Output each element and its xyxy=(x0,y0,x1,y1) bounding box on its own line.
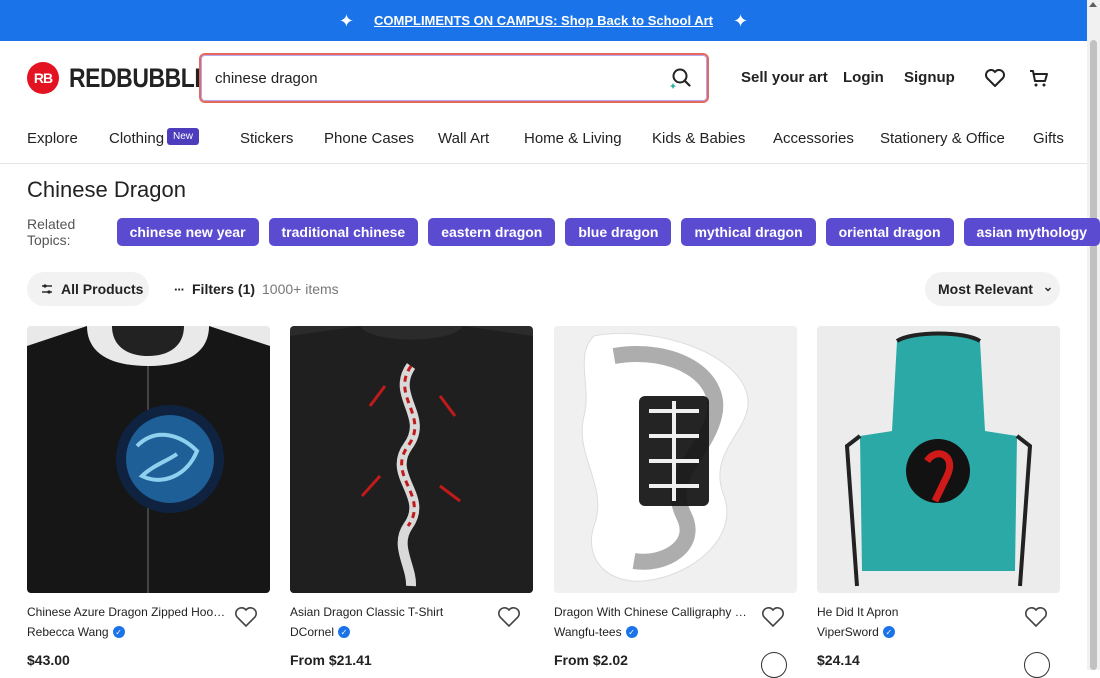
chevron-down-icon xyxy=(1044,287,1051,292)
nav-gifts[interactable]: Gifts xyxy=(1033,130,1064,147)
artist-name[interactable]: Rebecca Wang ✓ xyxy=(27,625,125,639)
nav-stationery-office[interactable]: Stationery & Office xyxy=(880,130,1005,147)
search-icon[interactable] xyxy=(669,66,693,90)
nav-explore[interactable]: Explore xyxy=(27,130,78,147)
topic-chip[interactable]: mythical dragon xyxy=(681,218,816,246)
sparkle-icon: ✦ xyxy=(338,10,354,31)
product-price: From $21.41 xyxy=(290,652,372,668)
heart-icon[interactable] xyxy=(1024,606,1048,628)
heart-icon[interactable] xyxy=(983,66,1007,90)
page-scrollbar[interactable] xyxy=(1087,0,1100,670)
related-topics: Related Topics: chinese new year traditi… xyxy=(27,216,1100,248)
topic-chip[interactable]: eastern dragon xyxy=(428,218,556,246)
nav-wall-art[interactable]: Wall Art xyxy=(438,130,489,147)
artist-label: DCornel xyxy=(290,625,335,639)
promo-link[interactable]: COMPLIMENTS ON CAMPUS: Shop Back to Scho… xyxy=(374,13,713,28)
category-nav: Explore Clothing New Stickers Phone Case… xyxy=(27,128,1064,150)
signup-link[interactable]: Signup xyxy=(904,69,955,86)
nav-phone-cases[interactable]: Phone Cases xyxy=(324,130,414,147)
add-to-cart-button[interactable] xyxy=(1024,652,1050,678)
product-title[interactable]: Dragon With Chinese Calligraphy Sticker xyxy=(554,605,754,619)
add-to-cart-button[interactable] xyxy=(761,652,787,678)
product-card[interactable]: He Did It Apron ViperSword ✓ $24.14 xyxy=(817,326,1060,678)
artist-label: Rebecca Wang xyxy=(27,625,109,639)
result-count: 1000+ items xyxy=(262,281,339,297)
verified-icon: ✓ xyxy=(625,626,638,638)
product-card[interactable]: Chinese Azure Dragon Zipped Hoodie Rebec… xyxy=(27,326,270,668)
login-link[interactable]: Login xyxy=(843,69,884,86)
product-image[interactable] xyxy=(554,326,797,593)
product-title[interactable]: Asian Dragon Classic T-Shirt xyxy=(290,605,490,619)
nav-divider xyxy=(0,163,1087,164)
product-image[interactable] xyxy=(27,326,270,593)
search-input[interactable]: chinese dragon xyxy=(215,70,669,87)
more-dots-icon: ··· xyxy=(174,281,185,297)
artist-name[interactable]: ViperSword ✓ xyxy=(817,625,895,639)
logo-mark: RB xyxy=(27,62,59,94)
product-image[interactable] xyxy=(290,326,533,593)
artist-name[interactable]: DCornel ✓ xyxy=(290,625,351,639)
related-topics-label: Related Topics: xyxy=(27,216,76,248)
product-price: $24.14 xyxy=(817,652,860,668)
apron-image xyxy=(817,326,1060,593)
nav-clothing[interactable]: Clothing xyxy=(109,130,164,147)
heart-icon[interactable] xyxy=(497,606,521,628)
sliders-icon xyxy=(42,284,52,294)
sell-your-art-link[interactable]: Sell your art xyxy=(741,69,828,86)
new-badge: New xyxy=(167,128,200,145)
filters-button[interactable]: ··· Filters (1) xyxy=(160,272,256,306)
topic-chip[interactable]: asian mythology xyxy=(963,218,1100,246)
scroll-up-arrow[interactable] xyxy=(1089,2,1097,7)
sparkle-icon: ✦ xyxy=(732,10,749,31)
verified-icon: ✓ xyxy=(882,626,895,638)
product-title[interactable]: Chinese Azure Dragon Zipped Hoodie xyxy=(27,605,227,619)
all-products-button[interactable]: All Products xyxy=(27,272,149,306)
nav-home-living[interactable]: Home & Living xyxy=(524,130,622,147)
all-products-label: All Products xyxy=(61,281,144,297)
artist-name[interactable]: Wangfu-tees ✓ xyxy=(554,625,638,639)
scrollbar-thumb[interactable] xyxy=(1090,40,1097,670)
promo-banner: ✦ COMPLIMENTS ON CAMPUS: Shop Back to Sc… xyxy=(0,0,1087,41)
artist-label: ViperSword xyxy=(817,625,879,639)
page-title: Chinese Dragon xyxy=(27,177,186,202)
sticker-image xyxy=(554,326,797,593)
cart-icon[interactable] xyxy=(1027,66,1051,90)
logo-wordmark: REDBUBBLE xyxy=(69,62,210,93)
artist-label: Wangfu-tees xyxy=(554,625,622,639)
nav-accessories[interactable]: Accessories xyxy=(773,130,854,147)
sort-dropdown[interactable]: Most Relevant xyxy=(925,272,1060,306)
search-box[interactable]: chinese dragon xyxy=(199,53,709,103)
sort-label: Most Relevant xyxy=(938,281,1033,297)
product-card[interactable]: Dragon With Chinese Calligraphy Sticker … xyxy=(554,326,797,678)
nav-kids-babies[interactable]: Kids & Babies xyxy=(652,130,745,147)
topic-chip[interactable]: oriental dragon xyxy=(825,218,954,246)
product-title[interactable]: He Did It Apron xyxy=(817,605,1017,619)
product-price: $43.00 xyxy=(27,652,70,668)
tshirt-image xyxy=(290,326,533,593)
nav-stickers[interactable]: Stickers xyxy=(240,130,293,147)
product-image[interactable] xyxy=(817,326,1060,593)
product-card[interactable]: Asian Dragon Classic T-Shirt DCornel ✓ F… xyxy=(290,326,533,668)
filters-label: Filters (1) xyxy=(192,281,256,297)
verified-icon: ✓ xyxy=(338,626,351,638)
verified-icon: ✓ xyxy=(112,626,125,638)
topic-chip[interactable]: blue dragon xyxy=(565,218,672,246)
hoodie-image xyxy=(27,326,270,593)
product-price: From $2.02 xyxy=(554,652,628,668)
heart-icon[interactable] xyxy=(234,606,258,628)
heart-icon[interactable] xyxy=(761,606,785,628)
topic-chip[interactable]: traditional chinese xyxy=(268,218,419,246)
topic-chip[interactable]: chinese new year xyxy=(116,218,259,246)
